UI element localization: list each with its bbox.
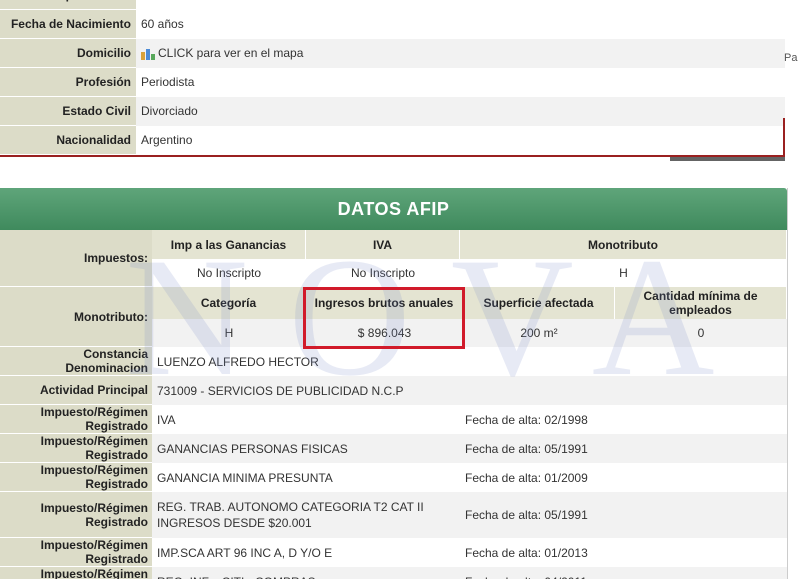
side-text: Pa [784,52,798,64]
label-regimen: Impuesto/Régimen Registrado [0,434,152,463]
value-constancia: LUENZO ALFREDO HECTOR [152,347,787,376]
label-regimen: Impuesto/Régimen Registrado [0,492,152,538]
page-edge [787,188,800,579]
row-profesion: Profesión Periodista [0,68,785,97]
label-monotributo: Monotributo: [0,287,152,347]
row-estado-civil: Estado Civil Divorciado [0,97,785,126]
signature-mark [670,157,785,161]
highlight-box [303,287,465,349]
label-nacionalidad: Nacionalidad [0,126,136,155]
value-fecha-alta: Fecha de alta: 01/2009 [460,463,787,492]
value-actividad: 731009 - SERVICIOS DE PUBLICIDAD N.C.P [152,376,787,405]
value-regimen: GANANCIAS PERSONAS FISICAS [152,434,460,463]
value-fecha-alta: Fecha de alta: 05/1991 [460,434,787,463]
map-icon[interactable] [141,48,155,60]
map-link[interactable]: CLICK para ver en el mapa [158,39,303,68]
value-iva: No Inscripto [306,259,460,287]
value-fecha-alta: Fecha de alta: 05/1991 [460,492,787,538]
label-regimen: Impuesto/Régimen Registrado [0,538,152,567]
header-monotributo: Monotributo [460,230,787,259]
page: Tipo Persona MASCULINO Fecha de Nacimien… [0,0,800,579]
row-tipo-persona: Tipo Persona MASCULINO [0,0,785,10]
value-regimen: REG. INF. - CITI - COMPRAS [152,567,460,579]
label-domicilio: Domicilio [0,39,136,68]
label-fecha-nacimiento: Fecha de Nacimiento [0,10,136,39]
value-regimen: GANANCIA MINIMA PRESUNTA [152,463,460,492]
value-fecha-alta: Fecha de alta: 02/1998 [460,405,787,434]
header-empleados: Cantidad mínima de empleados [615,287,787,319]
value-nacionalidad: Argentino [136,126,785,155]
row-domicilio: Domicilio CLICK para ver en el mapa [0,39,785,68]
label-tipo-persona: Tipo Persona [0,0,136,10]
value-regimen: IMP.SCA ART 96 INC A, D Y/O E [152,538,460,567]
label-regimen: Impuesto/Régimen Registrado [0,405,152,434]
section-divider-side [783,118,785,157]
value-tipo-persona: MASCULINO [136,0,785,10]
label-regimen: Impuesto/Régimen Registrado [0,463,152,492]
value-profesion: Periodista [136,68,785,97]
label-impuestos: Impuestos: [0,230,152,287]
value-regimen: IVA [152,405,460,434]
section-divider [0,155,785,157]
value-fecha-alta: Fecha de alta: 01/2013 [460,538,787,567]
header-ganancias: Imp a las Ganancias [152,230,306,259]
header-iva: IVA [306,230,460,259]
row-nacionalidad: Nacionalidad Argentino [0,126,785,155]
value-categoria: H [152,319,306,347]
label-estado-civil: Estado Civil [0,97,136,126]
label-regimen: Impuesto/Régimen Registrado [0,567,152,579]
label-constancia: Constancia Denominacion [0,347,152,376]
row-fecha-nacimiento: Fecha de Nacimiento 60 años [0,10,785,39]
value-monotributo: H [460,259,787,287]
value-domicilio[interactable]: CLICK para ver en el mapa [136,39,785,68]
value-ganancias: No Inscripto [152,259,306,287]
value-estado-civil: Divorciado [136,97,785,126]
label-actividad: Actividad Principal [0,376,152,405]
value-superficie: 200 m² [463,319,615,347]
value-fecha-alta: Fecha de alta: 04/2011 [460,567,787,579]
header-categoria: Categoría [152,287,306,319]
value-empleados: 0 [615,319,787,347]
value-fecha-nacimiento: 60 años [136,10,785,39]
value-regimen: REG. TRAB. AUTONOMO CATEGORIA T2 CAT II … [152,492,460,538]
header-superficie: Superficie afectada [463,287,615,319]
section-title-afip: DATOS AFIP [0,188,787,230]
label-profesion: Profesión [0,68,136,97]
